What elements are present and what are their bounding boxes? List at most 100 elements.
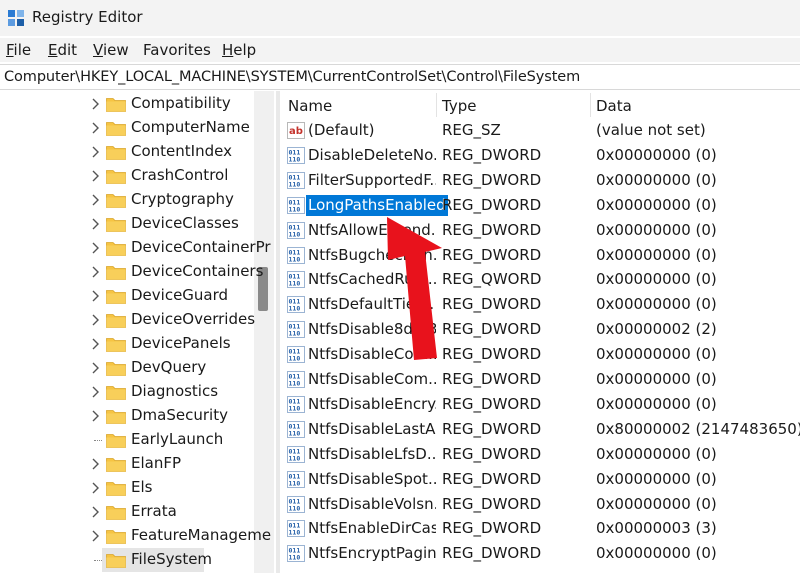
value-name[interactable]: NtfsDisableCom...: [308, 345, 436, 363]
address-path[interactable]: Computer\HKEY_LOCAL_MACHINE\SYSTEM\Curre…: [4, 69, 580, 85]
value-name[interactable]: DisableDeleteNo...: [308, 146, 436, 164]
chevron-right-icon[interactable]: [90, 290, 100, 302]
value-name[interactable]: NtfsEnableDirCas...: [308, 519, 436, 537]
value-name[interactable]: NtfsDisableSpot...: [308, 470, 436, 488]
column-separator[interactable]: [590, 93, 591, 117]
table-row[interactable]: 011 110 NtfsDisableSpot... REG_DWORD 0x00000…: [280, 467, 800, 492]
value-name[interactable]: NtfsEncryptPagin...: [308, 544, 436, 562]
table-row[interactable]: 011 110 NtfsDisableCom... REG_DWORD 0x000000…: [280, 367, 800, 392]
value-name[interactable]: NtfsBugcheckOn...: [308, 246, 436, 264]
chevron-right-icon[interactable]: [90, 386, 100, 398]
value-data: 0x00000000 (0): [596, 145, 717, 164]
value-name[interactable]: NtfsAllowExtend...: [308, 221, 436, 239]
chevron-right-icon[interactable]: [90, 266, 100, 278]
table-row[interactable]: 011 110 NtfsBugcheckOn... REG_DWORD 0x000000…: [280, 243, 800, 268]
table-row[interactable]: 011110NtfsDisable8dot3... REG_DWORD 0x0000…: [280, 317, 800, 342]
tree-item[interactable]: Compatibility: [0, 92, 254, 116]
chevron-right-icon[interactable]: [90, 410, 100, 422]
column-header-type[interactable]: Type: [442, 91, 476, 119]
svg-text:110: 110: [289, 380, 301, 388]
chevron-right-icon[interactable]: [90, 530, 100, 542]
chevron-right-icon[interactable]: [90, 458, 100, 470]
tree-item[interactable]: DevQuery: [0, 356, 254, 380]
tree-item[interactable]: Errata: [0, 500, 254, 524]
table-row[interactable]: 011 110 NtfsCachedRun... REG_QWORD 0x0000000…: [280, 267, 800, 292]
chevron-right-icon[interactable]: [90, 362, 100, 374]
column-header-data[interactable]: Data: [596, 91, 632, 119]
value-name[interactable]: NtfsDisable8dot3...: [308, 320, 436, 338]
tree-item[interactable]: DeviceContainers: [0, 260, 263, 284]
value-name[interactable]: FilterSupportedF...: [308, 171, 436, 189]
table-row[interactable]: 011 110 NtfsDisableVolsn... REG_DWORD 0x0000…: [280, 492, 800, 517]
menu-favorites[interactable]: Favorites: [143, 41, 211, 59]
value-name[interactable]: NtfsDefaultTier...: [308, 295, 436, 313]
address-bar[interactable]: Computer\HKEY_LOCAL_MACHINE\SYSTEM\Curre…: [0, 64, 800, 90]
value-data: 0x00000000 (0): [596, 544, 717, 563]
folder-icon: [106, 98, 126, 112]
chevron-right-icon[interactable]: [90, 218, 100, 230]
menu-view[interactable]: View: [93, 41, 129, 59]
value-data: 0x00000003 (3): [596, 519, 717, 538]
chevron-right-icon[interactable]: [90, 194, 100, 206]
table-row[interactable]: 011110NtfsEncryptPagin... REG_DWORD 0x0000…: [280, 541, 800, 566]
column-separator[interactable]: [436, 93, 437, 117]
chevron-right-icon[interactable]: [90, 338, 100, 350]
chevron-right-icon[interactable]: [90, 98, 100, 110]
value-name[interactable]: NtfsDisableLastA...: [308, 420, 436, 438]
registry-editor-icon: [8, 10, 24, 26]
binary-value-icon: 011110: [287, 146, 305, 164]
table-row[interactable]: 011 110 NtfsAllowExtend... REG_DWORD 0x00000…: [280, 218, 800, 243]
table-row[interactable]: 011 110 NtfsDisableEncry... REG_DWORD 0x0000…: [280, 392, 800, 417]
tree-item[interactable]: ElanFP: [0, 452, 254, 476]
chevron-right-icon[interactable]: [90, 242, 100, 254]
table-row[interactable]: 011 110 NtfsDisableLastA... REG_DWORD 0x8000…: [280, 417, 800, 442]
tree-item[interactable]: CrashControl: [0, 164, 254, 188]
column-header-name[interactable]: Name: [288, 91, 332, 119]
table-row[interactable]: 011 110 NtfsDisableLfsD... REG_DWORD 0x00000…: [280, 442, 800, 467]
value-name[interactable]: NtfsDisableCom...: [308, 370, 436, 388]
folder-icon: [106, 122, 126, 136]
table-row[interactable]: 011 110 DisableDeleteNo... REG_DWORD 0x00000…: [280, 143, 800, 168]
menu-file[interactable]: File: [6, 41, 31, 59]
tree-item[interactable]: Els: [0, 476, 254, 500]
tree-item[interactable]: ComputerName: [0, 116, 254, 140]
chevron-right-icon[interactable]: [90, 146, 100, 158]
tree-item[interactable]: DeviceOverrides: [0, 308, 255, 332]
value-name[interactable]: (Default): [308, 121, 436, 139]
table-row[interactable]: 011110NtfsEnableDirCas... REG_DWORD 0x0000…: [280, 516, 800, 541]
chevron-right-icon[interactable]: [90, 482, 100, 494]
menu-help[interactable]: Help: [222, 41, 256, 59]
value-data: 0x80000002 (2147483650): [596, 419, 800, 438]
tree-item[interactable]: DeviceClasses: [0, 212, 254, 236]
table-row[interactable]: 011 110 NtfsDefaultTier... REG_DWORD 0x00000…: [280, 292, 800, 317]
tree-item[interactable]: DevicePanels: [0, 332, 254, 356]
tree-item[interactable]: Diagnostics: [0, 380, 254, 404]
binary-value-icon: 011110: [287, 520, 305, 538]
chevron-right-icon[interactable]: [90, 506, 100, 518]
tree-item[interactable]: ContentIndex: [0, 140, 254, 164]
table-row[interactable]: ab (Default) REG_SZ (value not set): [280, 118, 800, 143]
svg-text:110: 110: [289, 230, 301, 238]
tree-item[interactable]: Cryptography: [0, 188, 254, 212]
tree-item[interactable]: DmaSecurity: [0, 404, 254, 428]
value-name[interactable]: LongPathsEnabled: [306, 194, 448, 216]
tree-item[interactable]: DeviceGuard: [0, 284, 254, 308]
tree-item[interactable]: FeatureManageme: [0, 524, 271, 548]
tree-item[interactable]: FileSystem: [0, 548, 254, 572]
chevron-right-icon[interactable]: [90, 314, 100, 326]
table-row[interactable]: 011 110 LongPathsEnabled REG_DWORD 0x0000000…: [280, 193, 800, 218]
value-name[interactable]: NtfsDisableEncry...: [308, 395, 436, 413]
tree-item[interactable]: DeviceContainerPr: [0, 236, 271, 260]
tree-item[interactable]: EarlyLaunch: [0, 428, 254, 452]
binary-value-icon: 011110: [287, 346, 305, 364]
chevron-right-icon[interactable]: [90, 170, 100, 182]
table-row[interactable]: 011 110 NtfsDisableCom... REG_DWORD 0x000000…: [280, 342, 800, 367]
menu-edit[interactable]: Edit: [48, 41, 77, 59]
value-name[interactable]: NtfsDisableVolsn...: [308, 495, 436, 513]
value-name[interactable]: NtfsDisableLfsD...: [308, 445, 436, 463]
chevron-right-icon[interactable]: [90, 122, 100, 134]
folder-icon: [106, 218, 126, 232]
tree-scrollbar[interactable]: [254, 91, 274, 573]
table-row[interactable]: 011 110 FilterSupportedF... REG_DWORD 0x0000…: [280, 168, 800, 193]
value-name[interactable]: NtfsCachedRun...: [308, 270, 436, 288]
